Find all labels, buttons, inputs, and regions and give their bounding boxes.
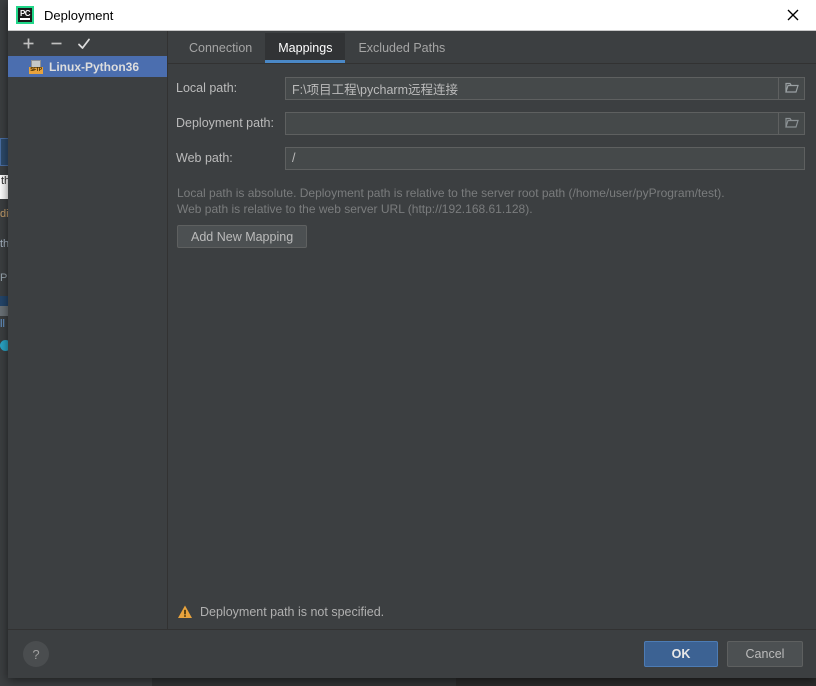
close-icon[interactable]: [770, 0, 816, 29]
deployment-path-folder-icon[interactable]: [779, 111, 805, 135]
deployment-path-row: Deployment path:: [168, 111, 816, 135]
local-path-label: Local path:: [176, 81, 238, 95]
server-list-item-label: Linux-Python36: [49, 59, 140, 74]
add-server-button[interactable]: [15, 33, 41, 55]
deployment-path-input[interactable]: [285, 111, 779, 135]
tab-mappings[interactable]: Mappings: [265, 33, 346, 63]
tab-excluded-paths[interactable]: Excluded Paths: [345, 33, 458, 63]
sftp-icon: SFTP: [29, 59, 43, 74]
mappings-hint-line-2: Web path is relative to the web server U…: [177, 202, 533, 216]
set-default-server-button[interactable]: [71, 33, 97, 55]
server-sidebar: SFTP Linux-Python36: [8, 31, 168, 629]
dialog-body: SFTP Linux-Python36 Connection Mappings …: [8, 31, 816, 629]
tab-excluded-paths-label: Excluded Paths: [358, 41, 446, 55]
settings-content: Connection Mappings Excluded Paths Local…: [168, 31, 816, 629]
web-path-input[interactable]: /: [285, 146, 805, 170]
server-list: SFTP Linux-Python36: [8, 56, 167, 629]
help-button[interactable]: ?: [23, 641, 49, 667]
pycharm-logo-icon: PC: [16, 6, 34, 24]
sidebar-toolbar: [8, 31, 167, 56]
background-fragment-4: ll: [0, 318, 5, 330]
ok-button[interactable]: OK: [644, 641, 718, 667]
local-path-input[interactable]: F:\项目工程\pycharm远程连接: [285, 76, 779, 100]
cancel-button[interactable]: Cancel: [727, 641, 803, 667]
add-mapping-wrapper: Add New Mapping: [168, 217, 816, 248]
dialog-footer: ? OK Cancel: [8, 629, 816, 678]
mappings-hint-line-1: Local path is absolute. Deployment path …: [177, 186, 725, 200]
tab-connection[interactable]: Connection: [176, 33, 265, 63]
background-fragment-3: P: [0, 272, 8, 284]
web-path-label: Web path:: [176, 151, 233, 165]
server-list-item-linux-python36[interactable]: SFTP Linux-Python36: [8, 56, 167, 77]
dialog-title: Deployment: [44, 7, 114, 23]
local-path-row: Local path: F:\项目工程\pycharm远程连接: [168, 76, 816, 100]
tab-connection-label: Connection: [189, 41, 253, 55]
deployment-path-label: Deployment path:: [176, 116, 274, 130]
deployment-dialog: PC Deployment SFTP Linux-Python36 Connec…: [8, 0, 816, 678]
warning-triangle-icon: [177, 604, 193, 620]
remove-server-button[interactable]: [43, 33, 69, 55]
tab-bar: Connection Mappings Excluded Paths: [168, 31, 816, 63]
mappings-form: Local path: F:\项目工程\pycharm远程连接 Deployme…: [168, 64, 816, 595]
mappings-hint: Local path is absolute. Deployment path …: [168, 181, 816, 217]
status-bar: Deployment path is not specified.: [168, 595, 816, 629]
local-path-folder-icon[interactable]: [779, 76, 805, 100]
dialog-titlebar: PC Deployment: [8, 0, 816, 31]
tab-mappings-label: Mappings: [278, 41, 333, 55]
sftp-icon-label: SFTP: [29, 66, 43, 74]
status-message: Deployment path is not specified.: [200, 605, 385, 619]
add-new-mapping-button[interactable]: Add New Mapping: [177, 225, 308, 248]
web-path-row: Web path: /: [168, 146, 816, 170]
